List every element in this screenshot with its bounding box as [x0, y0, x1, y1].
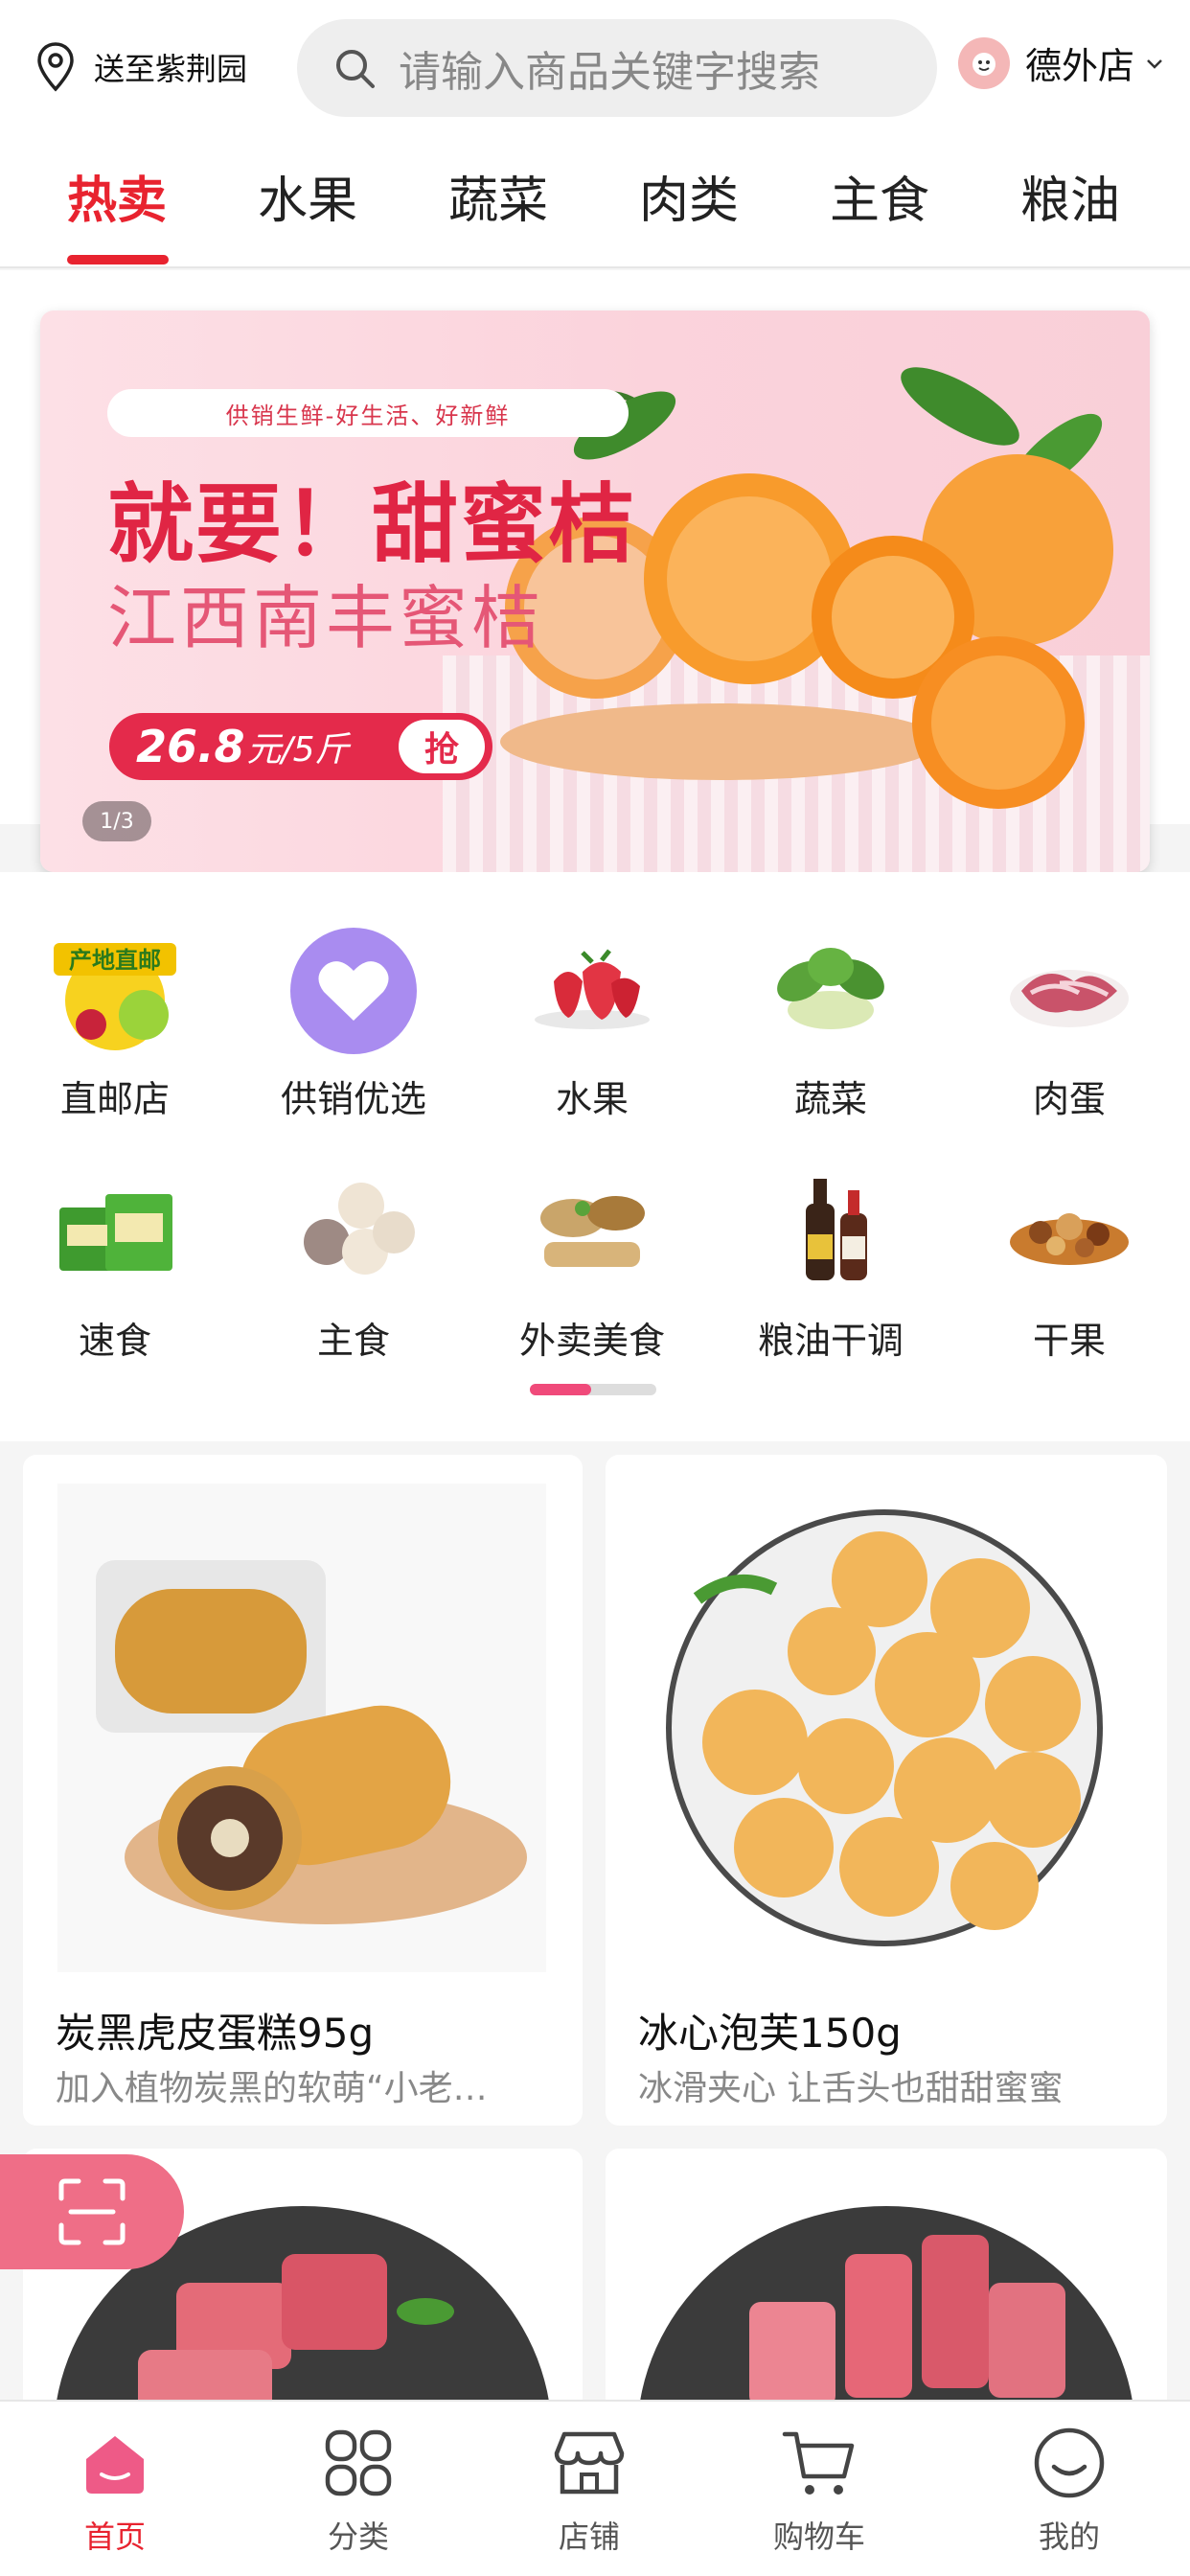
category-label: 外卖美食 [518, 1320, 665, 1362]
banner-price-tag: 26.8 元/5斤 抢 [109, 713, 492, 780]
store-icon [554, 2431, 625, 2495]
tab-staples[interactable]: 主食 [784, 160, 975, 232]
product-image [640, 1484, 1129, 1972]
search-input[interactable]: 请输入商品关键字搜索 [297, 19, 937, 117]
category-fruit[interactable]: 水果 [496, 924, 688, 1122]
nav-profile[interactable]: 我的 [993, 2425, 1146, 2557]
tab-hot[interactable]: 热卖 [21, 160, 213, 232]
nav-label: 购物车 [772, 2518, 865, 2555]
steamed-buns-icon [286, 1165, 421, 1300]
category-vegetables[interactable]: 蔬菜 [735, 924, 927, 1122]
nav-cart[interactable]: 购物车 [743, 2425, 896, 2557]
direct-mail-icon: 产地直邮 [48, 924, 182, 1058]
product-description: 加入植物炭黑的软萌“小老… [56, 2069, 488, 2108]
category-scroll-thumb [530, 1384, 591, 1395]
banner-price: 26.8 [136, 721, 245, 772]
tab-fruit[interactable]: 水果 [212, 160, 403, 232]
category-grain-oil-seasoning[interactable]: 粮油干调 [735, 1165, 927, 1364]
cart-icon [782, 2431, 855, 2495]
delivery-location[interactable]: 送至紫荆园 [36, 38, 247, 96]
bottom-navigation: 首页 分类 店铺 购物车 我的 [0, 2400, 1190, 2576]
category-takeout[interactable]: 外卖美食 [496, 1165, 688, 1364]
tab-meat[interactable]: 肉类 [593, 160, 785, 232]
product-feed: 炭黑虎皮蛋糕95g 加入植物炭黑的软萌“小老… 冰心泡芙150g 冰滑夹心 让舌… [0, 1441, 1190, 2436]
product-title: 炭黑虎皮蛋糕95g [56, 2010, 375, 2057]
category-label: 蔬菜 [793, 1078, 867, 1120]
smile-icon [1034, 2427, 1105, 2498]
store-avatar [958, 36, 1010, 89]
product-card[interactable]: 冰心泡芙150g 冰滑夹心 让舌头也甜甜蜜蜜 [606, 1455, 1167, 2126]
category-scroll-indicator [530, 1384, 656, 1395]
category-label: 供销优选 [280, 1078, 426, 1120]
nav-label: 首页 [83, 2518, 146, 2555]
chevron-down-icon [1147, 58, 1162, 69]
product-description: 冰滑夹心 让舌头也甜甜蜜蜜 [638, 2069, 1064, 2108]
scan-icon [58, 2178, 126, 2245]
search-icon [336, 50, 375, 88]
active-tab-indicator [67, 255, 169, 264]
product-image [637, 2206, 1135, 2436]
product-card[interactable] [606, 2149, 1167, 2436]
tab-vegetables[interactable]: 蔬菜 [402, 160, 594, 232]
nav-label: 分类 [327, 2518, 389, 2555]
product-image [57, 1484, 546, 1972]
category-dried-fruit[interactable]: 干果 [973, 1165, 1165, 1364]
category-label: 肉蛋 [1032, 1078, 1106, 1120]
banner-section: 供销生鲜-好生活、好新鲜 就要！甜蜜桔 江西南丰蜜桔 26.8 元/5斤 抢 1… [0, 270, 1190, 872]
category-label: 主食 [316, 1320, 390, 1362]
category-label: 直邮店 [59, 1078, 170, 1120]
takeout-food-icon [525, 1165, 659, 1300]
soy-sauce-icon [764, 1165, 898, 1300]
promo-banner[interactable]: 供销生鲜-好生活、好新鲜 就要！甜蜜桔 江西南丰蜜桔 26.8 元/5斤 抢 1… [40, 310, 1150, 872]
grab-button[interactable]: 抢 [399, 720, 485, 773]
store-name: 德外店 [1025, 45, 1135, 87]
nav-home[interactable]: 首页 [38, 2425, 192, 2557]
nav-label: 我的 [1038, 2518, 1100, 2555]
strawberry-icon [525, 924, 659, 1058]
meat-icon [1002, 924, 1136, 1058]
category-meat-eggs[interactable]: 肉蛋 [973, 924, 1165, 1122]
category-instant-food[interactable]: 速食 [19, 1165, 211, 1364]
home-icon [86, 2436, 144, 2494]
category-label: 速食 [78, 1320, 151, 1362]
category-direct-mail[interactable]: 产地直邮 直邮店 [19, 924, 211, 1122]
product-card[interactable]: 炭黑虎皮蛋糕95g 加入植物炭黑的软萌“小老… [23, 1455, 583, 2126]
banner-headline: 就要！甜蜜桔 [107, 474, 636, 575]
tab-grain-oil[interactable]: 粮油 [974, 160, 1166, 232]
banner-pager: 1/3 [82, 801, 151, 841]
nav-categories[interactable]: 分类 [282, 2425, 435, 2557]
product-title: 冰心泡芙150g [638, 2010, 902, 2057]
heart-icon [286, 924, 421, 1058]
category-grid: 产地直邮 直邮店 供销优选 水果 蔬菜 肉蛋 速食 主食 外卖美食 粮油干调 干… [0, 872, 1190, 1441]
bok-choy-icon [764, 924, 898, 1058]
nav-label: 店铺 [558, 2518, 620, 2555]
banner-subheadline: 江西南丰蜜桔 [107, 578, 545, 658]
top-bar: 送至紫荆园 请输入商品关键字搜索 德外店 [0, 0, 1190, 139]
banner-price-unit: 元/5斤 [246, 730, 350, 770]
scan-button[interactable] [0, 2154, 184, 2269]
category-label: 水果 [555, 1078, 629, 1120]
category-label: 干果 [1032, 1320, 1106, 1362]
grid-icon [325, 2429, 392, 2496]
location-text: 送至紫荆园 [94, 51, 248, 87]
direct-mail-badge: 产地直邮 [69, 947, 161, 974]
category-label: 粮油干调 [757, 1320, 904, 1362]
category-coop-select[interactable]: 供销优选 [258, 924, 449, 1122]
instant-noodles-icon [48, 1165, 182, 1300]
mascot-icon [973, 52, 995, 76]
dried-fruit-icon [1002, 1165, 1136, 1300]
category-staples[interactable]: 主食 [258, 1165, 449, 1364]
category-tabs: 热卖 水果 蔬菜 肉类 主食 粮油 [0, 139, 1190, 268]
nav-store[interactable]: 店铺 [513, 2425, 666, 2557]
banner-tagline: 供销生鲜-好生活、好新鲜 [107, 389, 629, 437]
location-pin-icon [37, 42, 74, 92]
search-placeholder: 请输入商品关键字搜索 [399, 48, 820, 97]
store-selector[interactable]: 德外店 [958, 36, 1165, 89]
